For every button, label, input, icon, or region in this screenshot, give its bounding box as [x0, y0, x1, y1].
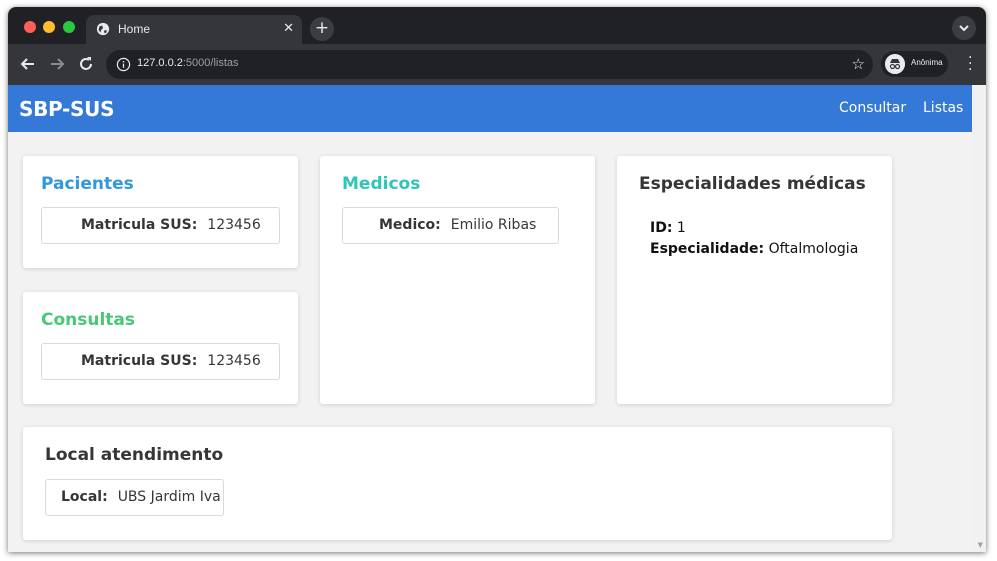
- field-label: Matricula SUS:: [81, 217, 198, 233]
- especialidade-value: Oftalmologia: [768, 241, 859, 257]
- profile-label: Anônima: [911, 58, 943, 67]
- page-content: SBP-SUS Consultar Listas Pacientes Matri…: [8, 85, 986, 552]
- tab-close-icon[interactable]: ✕: [283, 21, 294, 36]
- card-pacientes: Pacientes Matricula SUS: 123456: [23, 156, 298, 268]
- field-matricula-sus[interactable]: Matricula SUS: 123456: [41, 343, 280, 380]
- id-value: 1: [676, 220, 686, 236]
- field-label: Local:: [61, 489, 108, 505]
- maximize-window-button[interactable]: [63, 21, 75, 33]
- tab-home[interactable]: Home ✕: [86, 15, 302, 44]
- field-local[interactable]: Local: UBS Jardim Iva: [45, 479, 224, 516]
- especialidade-label: Especialidade:: [650, 241, 765, 257]
- tab-search-button[interactable]: [952, 16, 976, 40]
- nav-link-consultar[interactable]: Consultar: [839, 100, 906, 116]
- card-local-atendimento: Local atendimento Local: UBS Jardim Iva: [23, 427, 892, 540]
- page-scrollbar[interactable]: ▼: [972, 85, 986, 552]
- globe-icon: [96, 22, 110, 36]
- tab-title: Home: [118, 22, 151, 36]
- reload-icon[interactable]: [76, 54, 96, 74]
- url-text: 127.0.0.2:5000/listas: [137, 57, 239, 69]
- card-especialidades: Especialidades médicas ID: 1 Especialida…: [617, 156, 892, 404]
- minimize-window-button[interactable]: [43, 21, 55, 33]
- chevron-down-icon: [959, 25, 969, 32]
- card-title: Local atendimento: [45, 445, 224, 465]
- card-consultas: Consultas Matricula SUS: 123456: [23, 292, 298, 404]
- url-host: 127.0.0.2: [137, 57, 183, 69]
- app-navbar: SBP-SUS Consultar Listas: [8, 85, 972, 132]
- field-matricula-sus[interactable]: Matricula SUS: 123456: [41, 207, 280, 244]
- forward-arrow-icon[interactable]: [47, 54, 67, 74]
- info-icon[interactable]: [116, 57, 131, 72]
- especialidade-id-line: ID: 1: [650, 220, 686, 236]
- card-title: Consultas: [41, 310, 136, 330]
- card-title: Medicos: [342, 174, 421, 194]
- incognito-profile-button[interactable]: Anônima: [881, 51, 948, 77]
- field-label: Medico:: [379, 217, 441, 233]
- field-value: 123456: [207, 217, 261, 233]
- nav-link-listas[interactable]: Listas: [923, 100, 963, 116]
- field-label: Matricula SUS:: [81, 353, 198, 369]
- browser-window: Home ✕ + 127.0.0.2:5000/listas ☆ Anônima…: [8, 7, 986, 552]
- card-medicos: Medicos Medico: Emilio Ribas: [320, 156, 595, 404]
- field-value: 123456: [207, 353, 261, 369]
- url-path: :5000/listas: [182, 57, 239, 69]
- incognito-icon: [885, 54, 905, 74]
- back-arrow-icon[interactable]: [18, 54, 38, 74]
- close-window-button[interactable]: [24, 21, 36, 33]
- browser-toolbar: 127.0.0.2:5000/listas ☆ Anônima · · ·: [8, 44, 986, 85]
- address-bar[interactable]: 127.0.0.2:5000/listas ☆: [106, 50, 873, 79]
- field-medico[interactable]: Medico: Emilio Ribas: [342, 207, 559, 244]
- card-title: Especialidades médicas: [639, 174, 866, 194]
- tab-strip: Home ✕ +: [8, 7, 986, 44]
- more-menu-icon[interactable]: · · ·: [968, 51, 972, 77]
- brand-logo[interactable]: SBP-SUS: [19, 97, 115, 121]
- especialidade-name-line: Especialidade: Oftalmologia: [650, 241, 858, 257]
- field-value: UBS Jardim Iva: [117, 489, 221, 505]
- card-title: Pacientes: [41, 174, 134, 194]
- scroll-down-arrow-icon[interactable]: ▼: [978, 541, 983, 549]
- id-label: ID:: [650, 220, 673, 236]
- new-tab-button[interactable]: +: [310, 17, 334, 41]
- bookmark-star-icon[interactable]: ☆: [852, 55, 865, 73]
- field-value: Emilio Ribas: [450, 217, 537, 233]
